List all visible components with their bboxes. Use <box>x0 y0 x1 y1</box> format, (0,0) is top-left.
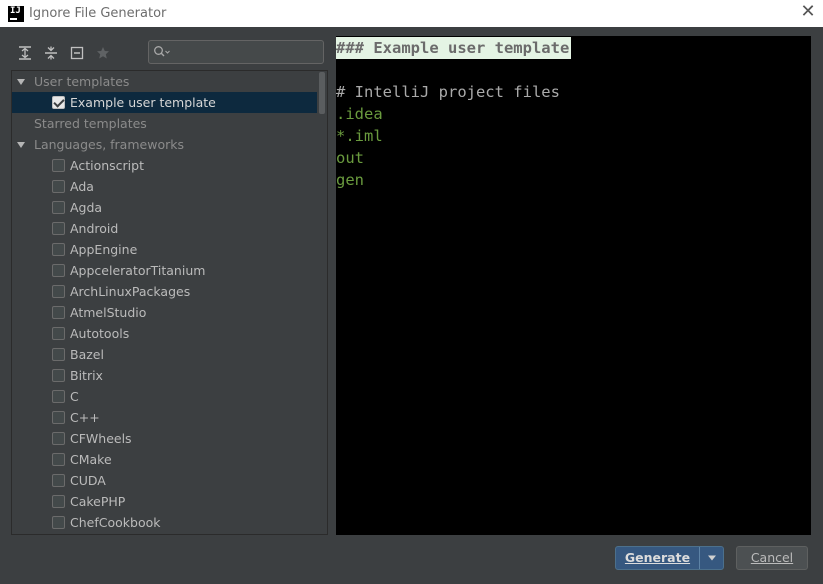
tree-item-label: Bazel <box>70 347 104 362</box>
tree-item-language[interactable]: CUDA <box>12 470 317 491</box>
tree-item-language[interactable]: AppceleratorTitanium <box>12 260 317 281</box>
generate-split-button: Generate <box>615 546 724 570</box>
tree-item-label: CUDA <box>70 473 106 488</box>
tree-item-language[interactable]: ChefCookbook <box>12 512 317 533</box>
tree-group-languages-frameworks[interactable]: Languages, frameworks <box>12 134 317 155</box>
template-checkbox[interactable] <box>52 474 65 487</box>
tree-item-language[interactable]: C++ <box>12 407 317 428</box>
star-icon[interactable] <box>90 40 116 66</box>
template-checkbox[interactable] <box>52 96 65 109</box>
tree-item-language[interactable]: CFWheels <box>12 428 317 449</box>
tree-item-language[interactable]: Actionscript <box>12 155 317 176</box>
template-checkbox[interactable] <box>52 348 65 361</box>
tree-item-language[interactable]: Bitrix <box>12 365 317 386</box>
cancel-button[interactable]: Cancel <box>736 546 808 570</box>
tree-item-label: Android <box>70 221 119 236</box>
generate-button[interactable]: Generate <box>616 547 699 569</box>
tree-item-label: ChefCookbook <box>70 515 161 530</box>
tree-item-language[interactable]: AtmelStudio <box>12 302 317 323</box>
tree-item-label: Example user template <box>70 95 216 110</box>
tree-item-label: Bitrix <box>70 368 103 383</box>
tree-toolbar <box>12 40 116 66</box>
tree-item-label: ArchLinuxPackages <box>70 284 191 299</box>
tree-scrollbar[interactable] <box>319 72 325 114</box>
tree-group-label: User templates <box>34 74 130 89</box>
tree-group-label: Languages, frameworks <box>34 137 184 152</box>
template-checkbox[interactable] <box>52 180 65 193</box>
collapse-all-icon[interactable] <box>38 40 64 66</box>
tree-item-label: CMake <box>70 452 112 467</box>
tree-item-label: AtmelStudio <box>70 305 147 320</box>
editor-line-entry: out <box>336 149 364 167</box>
tree-item-label: CakePHP <box>70 494 126 509</box>
expand-all-icon[interactable] <box>12 40 38 66</box>
template-checkbox[interactable] <box>52 327 65 340</box>
expand-triangle-icon[interactable] <box>16 77 26 87</box>
search-icon <box>154 46 170 57</box>
editor-line-entry: gen <box>336 171 364 189</box>
editor-line-heading: ### Example user template <box>336 37 572 59</box>
tree-item-label: AppEngine <box>70 242 138 257</box>
search-input[interactable] <box>148 40 324 64</box>
template-checkbox[interactable] <box>52 306 65 319</box>
template-checkbox[interactable] <box>52 390 65 403</box>
tree-item-label: AppceleratorTitanium <box>70 263 206 278</box>
tree-group-starred-templates[interactable]: Starred templates <box>12 113 317 134</box>
template-tree[interactable]: User templates Example user template Sta… <box>11 70 328 535</box>
tree-item-label: Agda <box>70 200 103 215</box>
template-checkbox[interactable] <box>52 453 65 466</box>
template-checkbox[interactable] <box>52 285 65 298</box>
template-checkbox[interactable] <box>52 516 65 529</box>
editor-line-entry: *.iml <box>336 127 383 145</box>
tree-item-label: Autotools <box>70 326 130 341</box>
template-preview-editor[interactable]: ### Example user template # IntelliJ pro… <box>336 36 811 535</box>
template-checkbox[interactable] <box>52 432 65 445</box>
tree-item-language[interactable]: ArchLinuxPackages <box>12 281 317 302</box>
close-icon[interactable]: ✕ <box>800 3 816 21</box>
template-checkbox[interactable] <box>52 264 65 277</box>
window-title: Ignore File Generator <box>29 6 167 21</box>
tree-item-language[interactable]: Bazel <box>12 344 317 365</box>
tree-item-example-user-template[interactable]: Example user template <box>12 92 317 113</box>
tree-group-user-templates[interactable]: User templates <box>12 71 317 92</box>
template-checkbox[interactable] <box>52 243 65 256</box>
unselect-all-icon[interactable] <box>64 40 90 66</box>
template-checkbox[interactable] <box>52 222 65 235</box>
tree-item-language[interactable]: Agda <box>12 197 317 218</box>
template-checkbox[interactable] <box>52 159 65 172</box>
tree-item-label: Actionscript <box>70 158 144 173</box>
tree-group-label: Starred templates <box>34 116 147 131</box>
editor-line-entry: .idea <box>336 105 383 123</box>
template-checkbox[interactable] <box>52 369 65 382</box>
tree-item-language[interactable]: Autotools <box>12 323 317 344</box>
tree-item-label: Ada <box>70 179 94 194</box>
template-checkbox[interactable] <box>52 411 65 424</box>
template-checkbox[interactable] <box>52 201 65 214</box>
tree-item-label: C <box>70 389 79 404</box>
tree-item-language[interactable]: Ada <box>12 176 317 197</box>
tree-item-language[interactable]: CMake <box>12 449 317 470</box>
tree-item-language[interactable]: CakePHP <box>12 491 317 512</box>
editor-line-comment: # IntelliJ project files <box>336 83 560 101</box>
title-bar: IJ Ignore File Generator ✕ <box>0 0 823 27</box>
chevron-down-icon <box>707 555 716 561</box>
template-checkbox[interactable] <box>52 495 65 508</box>
generate-options-dropdown[interactable] <box>700 547 723 569</box>
tree-item-language[interactable]: Android <box>12 218 317 239</box>
tree-item-label: CFWheels <box>70 431 132 446</box>
expand-triangle-icon[interactable] <box>16 140 26 150</box>
tree-item-language[interactable]: AppEngine <box>12 239 317 260</box>
tree-item-language[interactable]: C <box>12 386 317 407</box>
intellij-app-icon: IJ <box>8 5 24 22</box>
tree-item-label: C++ <box>70 410 100 425</box>
